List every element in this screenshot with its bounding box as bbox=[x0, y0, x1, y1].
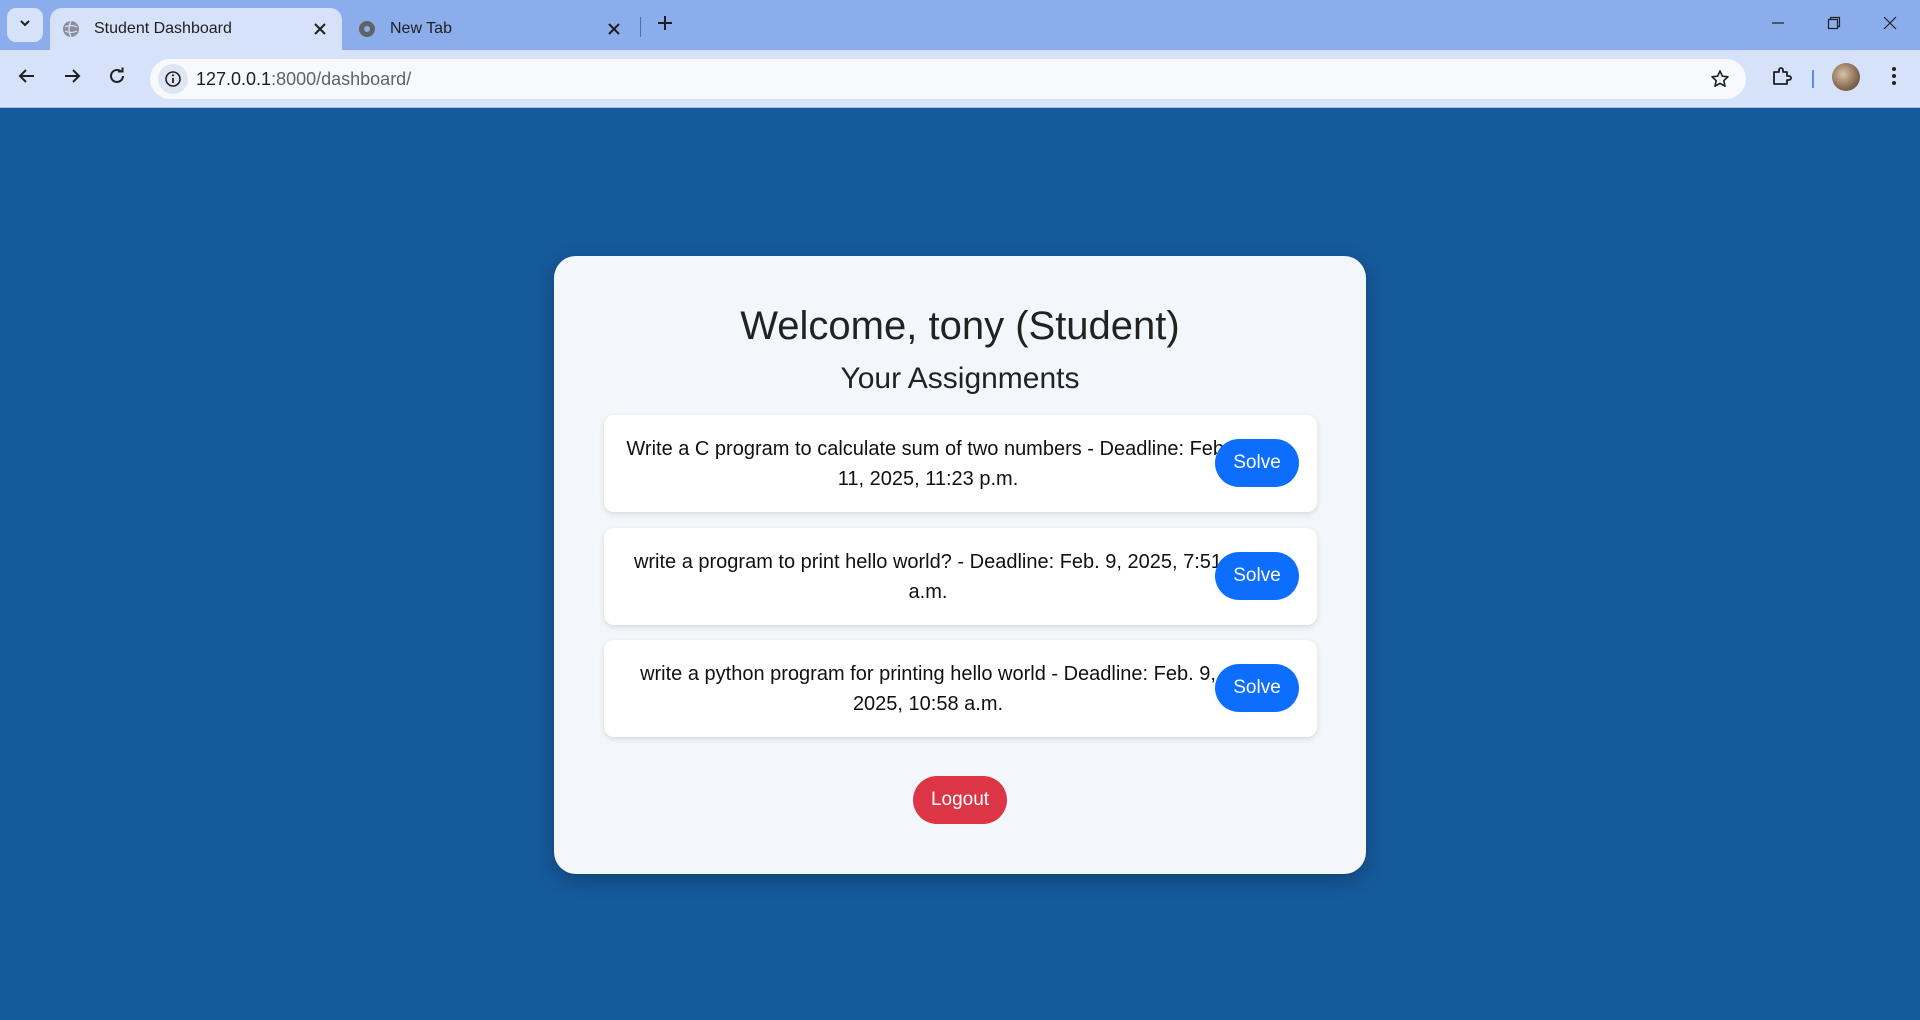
arrow-right-icon bbox=[63, 67, 81, 90]
site-info-icon[interactable] bbox=[158, 64, 188, 94]
restore-button[interactable] bbox=[1806, 0, 1862, 50]
puzzle-icon bbox=[1771, 65, 1793, 92]
plus-icon bbox=[657, 15, 673, 36]
restore-icon bbox=[1827, 16, 1841, 35]
forward-button[interactable] bbox=[56, 62, 88, 94]
arrow-left-icon bbox=[18, 67, 36, 90]
assignment-text: write a python program for printing hell… bbox=[640, 662, 1216, 715]
assignment-text: Write a C program to calculate sum of tw… bbox=[626, 437, 1230, 490]
welcome-heading: Welcome, tony (Student) bbox=[740, 304, 1180, 348]
tab-search-button[interactable] bbox=[7, 8, 43, 42]
url-text[interactable]: 127.0.0.1:8000/dashboard/ bbox=[196, 69, 411, 90]
dashboard-card: Welcome, tony (Student) Your Assignments… bbox=[554, 256, 1366, 874]
tab-title: New Tab bbox=[390, 20, 452, 37]
url-path: :8000/dashboard/ bbox=[271, 69, 412, 89]
solve-button[interactable]: Solve bbox=[1215, 552, 1299, 600]
extensions-button[interactable] bbox=[1766, 62, 1798, 94]
assignment-item: write a program to print hello world? - … bbox=[604, 528, 1317, 625]
solve-button[interactable]: Solve bbox=[1215, 439, 1299, 487]
close-window-button[interactable] bbox=[1862, 0, 1918, 50]
close-tab-icon[interactable] bbox=[602, 17, 626, 41]
minimize-button[interactable] bbox=[1750, 0, 1806, 50]
kebab-menu-icon bbox=[1891, 66, 1897, 91]
address-bar[interactable]: 127.0.0.1:8000/dashboard/ bbox=[150, 59, 1746, 99]
assignment-item: Write a C program to calculate sum of tw… bbox=[604, 415, 1317, 512]
browser-toolbar: 127.0.0.1:8000/dashboard/ bbox=[0, 50, 1920, 108]
globe-icon bbox=[62, 20, 80, 38]
solve-button[interactable]: Solve bbox=[1215, 664, 1299, 712]
reload-button[interactable] bbox=[101, 62, 133, 94]
tab-strip: Student Dashboard New Tab bbox=[0, 0, 1920, 50]
profile-avatar[interactable] bbox=[1832, 63, 1860, 91]
tab-divider bbox=[640, 17, 641, 37]
chrome-icon bbox=[358, 20, 376, 38]
assignment-text: write a program to print hello world? - … bbox=[633, 550, 1223, 603]
chevron-down-icon bbox=[18, 16, 32, 35]
new-tab-button[interactable] bbox=[652, 12, 678, 38]
menu-button[interactable] bbox=[1878, 62, 1910, 94]
bookmark-star-icon[interactable] bbox=[1708, 67, 1732, 91]
minimize-icon bbox=[1771, 16, 1785, 35]
reload-icon bbox=[108, 67, 126, 90]
assignment-item: write a python program for printing hell… bbox=[604, 640, 1317, 737]
tab-new-tab[interactable]: New Tab bbox=[346, 8, 636, 50]
tab-title: Student Dashboard bbox=[94, 20, 232, 37]
toolbar-divider bbox=[1812, 70, 1814, 88]
close-icon bbox=[1883, 16, 1897, 35]
tab-student-dashboard[interactable]: Student Dashboard bbox=[50, 8, 342, 50]
assignments-heading: Your Assignments bbox=[840, 362, 1080, 395]
back-button[interactable] bbox=[11, 62, 43, 94]
url-host: 127.0.0.1 bbox=[196, 69, 272, 89]
logout-button[interactable]: Logout bbox=[913, 776, 1007, 824]
close-tab-icon[interactable] bbox=[308, 17, 332, 41]
